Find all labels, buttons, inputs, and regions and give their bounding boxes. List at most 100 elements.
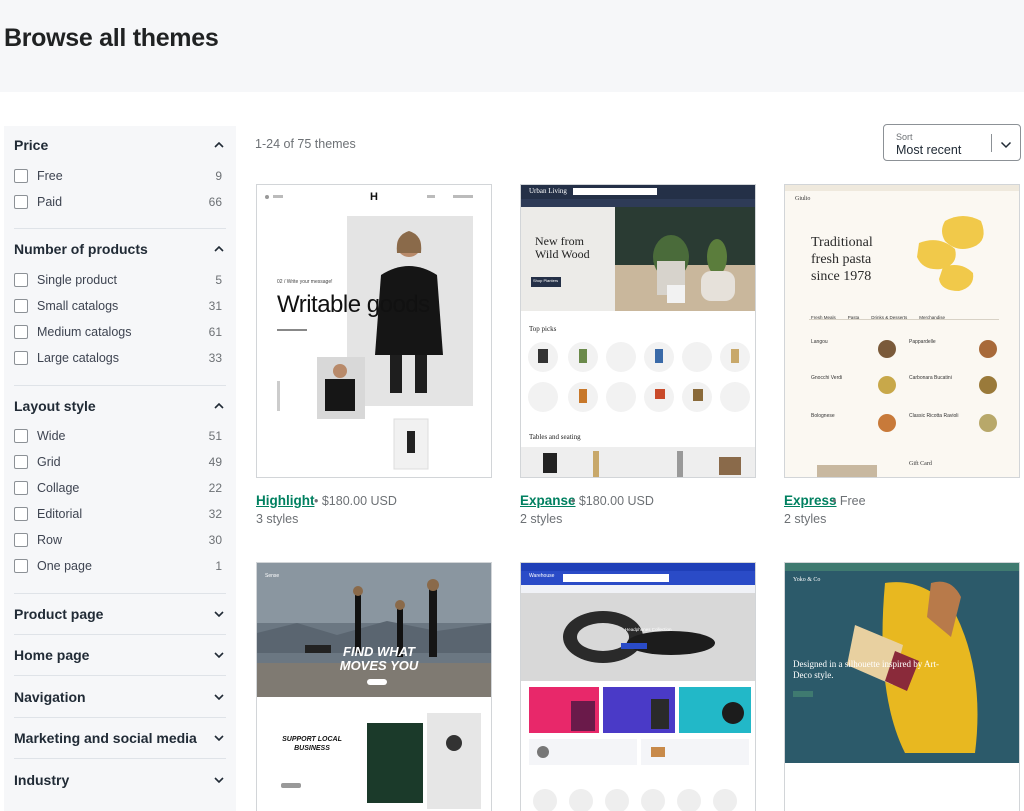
checkbox[interactable] [14, 559, 28, 573]
filter-option-collage[interactable]: Collage 22 [14, 479, 222, 497]
preview-headline: Designed in a silhouette inspired by Art… [793, 659, 939, 680]
theme-styles-count: 3 styles [256, 512, 299, 526]
divider [14, 758, 226, 759]
theme-preview-6[interactable]: Yoko & Co Designed in a silhouette inspi… [784, 562, 1020, 811]
sort-select[interactable]: Sort Most recent [883, 124, 1021, 161]
theme-preview-highlight[interactable]: 02 / Write your message! Writable goods … [256, 184, 492, 478]
filter-section-title: Product page [14, 606, 104, 622]
filter-option-small-catalogs[interactable]: Small catalogs 31 [14, 297, 222, 315]
theme-name-link[interactable]: Expanse [520, 493, 576, 508]
checkbox[interactable] [14, 299, 28, 313]
filter-layout-header[interactable]: Layout style [14, 395, 226, 417]
preview-tab: Pasta [847, 315, 860, 320]
chevron-up-icon [212, 138, 226, 152]
filter-option-count: 66 [208, 195, 222, 209]
filter-option-count: 32 [208, 507, 222, 521]
filter-price-title: Price [14, 137, 49, 153]
preview-illustration [785, 185, 1019, 477]
filter-option-label: Row [37, 533, 63, 547]
filter-section-title: Home page [14, 647, 90, 663]
checkbox[interactable] [14, 325, 28, 339]
preview-illustration [257, 563, 491, 811]
filter-products-header[interactable]: Number of products [14, 238, 226, 260]
theme-preview-5[interactable]: Warehouse Headphones Collection [520, 562, 756, 811]
preview-banner: Headphones Collection [625, 627, 672, 632]
filter-option-label: Single product [37, 273, 117, 287]
checkbox[interactable] [14, 481, 28, 495]
checkbox[interactable] [14, 429, 28, 443]
checkbox[interactable] [14, 169, 28, 183]
filter-option-large-catalogs[interactable]: Large catalogs 33 [14, 349, 222, 367]
filter-option-wide[interactable]: Wide 51 [14, 427, 222, 445]
theme-preview-express[interactable]: Giulio Traditional fresh pasta since 197… [784, 184, 1020, 478]
chevron-down-icon [212, 648, 226, 662]
theme-name-link[interactable]: Express [784, 493, 837, 508]
preview-logo: H [370, 191, 378, 203]
results-count: 1-24 of 75 themes [255, 137, 356, 151]
preview-headline: Traditional fresh pasta since 1978 [811, 235, 873, 284]
chevron-up-icon [212, 242, 226, 256]
preview-brand: Yoko & Co [793, 577, 821, 583]
preview-item: Gnocchi Verdi [811, 375, 843, 381]
filter-option-label: Grid [37, 455, 61, 469]
preview-headline: Writable goods [277, 291, 430, 318]
filter-option-count: 31 [208, 299, 222, 313]
filter-option-count: 51 [208, 429, 222, 443]
divider [14, 385, 226, 386]
divider [14, 675, 226, 676]
divider [991, 134, 992, 152]
filter-section-title: Marketing and social media [14, 730, 197, 746]
checkbox[interactable] [14, 455, 28, 469]
filter-section-title: Industry [14, 772, 70, 788]
filter-option-count: 61 [208, 325, 222, 339]
divider [14, 228, 226, 229]
checkbox[interactable] [14, 351, 28, 365]
divider [14, 593, 226, 594]
filter-option-label: Medium catalogs [37, 325, 132, 339]
preview-illustration [257, 185, 491, 477]
filter-option-single-product[interactable]: Single product 5 [14, 271, 222, 289]
preview-item: Classic Ricotta Ravioli [909, 413, 959, 419]
filter-option-label: One page [37, 559, 92, 573]
preview-item: Langou [811, 339, 828, 345]
filter-navigation-header[interactable]: Navigation [14, 686, 226, 708]
filter-industry-header[interactable]: Industry [14, 769, 226, 791]
filter-marketing-header[interactable]: Marketing and social media [14, 727, 226, 749]
filter-product-page-header[interactable]: Product page [14, 603, 226, 625]
preview-cta: Shop Planters [533, 278, 559, 283]
theme-preview-4[interactable]: FIND WHAT MOVES YOU SUPPORT LOCAL BUSINE… [256, 562, 492, 811]
preview-section-title: Top picks [529, 325, 557, 333]
theme-preview-expanse[interactable]: Urban Living New from Wild Wood Shop Pla… [520, 184, 756, 478]
sort-value: Most recent [896, 143, 962, 157]
preview-illustration [521, 563, 755, 811]
filter-option-editorial[interactable]: Editorial 32 [14, 505, 222, 523]
checkbox[interactable] [14, 507, 28, 521]
chevron-down-icon [212, 773, 226, 787]
theme-name-link[interactable]: Highlight [256, 493, 314, 508]
filter-option-grid[interactable]: Grid 49 [14, 453, 222, 471]
chevron-down-icon [212, 607, 226, 621]
filter-option-count: 30 [208, 533, 222, 547]
filter-option-label: Wide [37, 429, 66, 443]
checkbox[interactable] [14, 533, 28, 547]
filter-option-label: Paid [37, 195, 63, 209]
preview-brand: Giulio [795, 196, 811, 202]
filter-home-page-header[interactable]: Home page [14, 644, 226, 666]
filter-option-count: 1 [215, 559, 222, 573]
filter-option-label: Collage [37, 481, 80, 495]
filter-price-header[interactable]: Price [14, 134, 226, 156]
filter-option-free[interactable]: Free 9 [14, 167, 222, 185]
theme-price: • $180.00 USD [571, 494, 654, 508]
checkbox[interactable] [14, 195, 28, 209]
filter-option-paid[interactable]: Paid 66 [14, 193, 222, 211]
filter-option-medium-catalogs[interactable]: Medium catalogs 61 [14, 323, 222, 341]
preview-section-title: Tables and seating [529, 433, 581, 441]
preview-subhead: SUPPORT LOCAL BUSINESS [282, 736, 342, 752]
checkbox[interactable] [14, 273, 28, 287]
filter-option-row[interactable]: Row 30 [14, 531, 222, 549]
theme-price: • Free [832, 494, 866, 508]
filter-option-label: Free [37, 169, 63, 183]
filter-option-one-page[interactable]: One page 1 [14, 557, 222, 575]
divider [14, 634, 226, 635]
preview-brand: Urban Living [529, 187, 567, 195]
